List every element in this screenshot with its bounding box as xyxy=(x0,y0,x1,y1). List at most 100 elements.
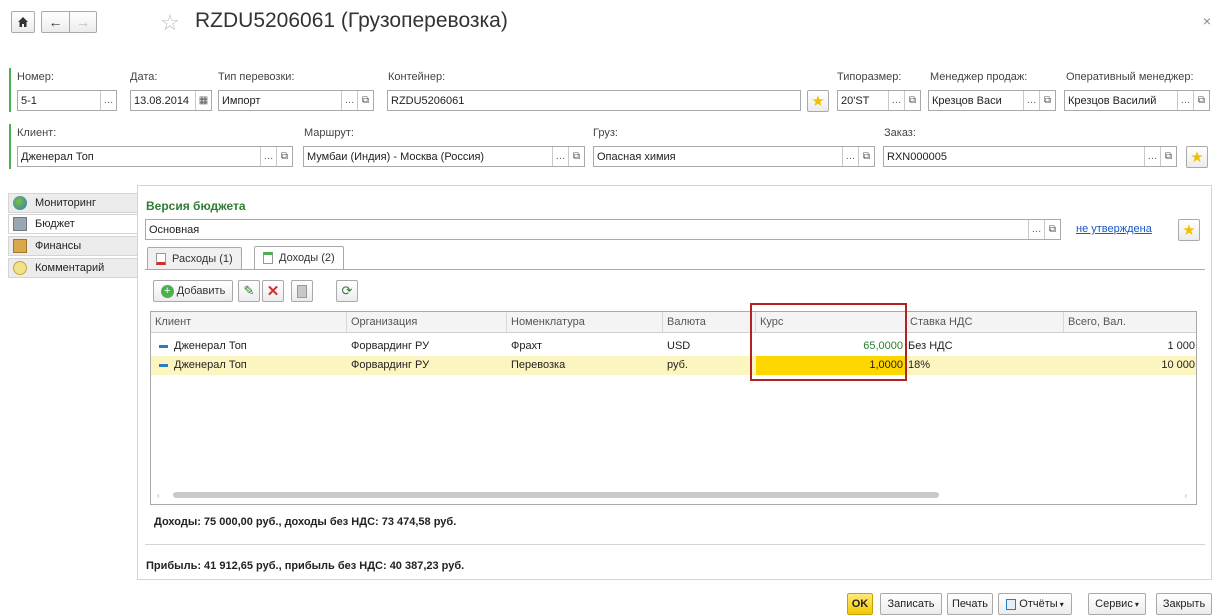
select-button[interactable]: … xyxy=(1028,220,1044,239)
tab-divider xyxy=(145,269,1205,270)
tab-expenses[interactable]: Расходы (1) xyxy=(147,247,242,269)
calendar-icon[interactable]: ▦ xyxy=(195,91,211,110)
cargo-field[interactable]: Опасная химия … ⧉ xyxy=(593,146,875,167)
open-icon[interactable]: ⧉ xyxy=(276,147,292,166)
budget-star-button[interactable]: ★ xyxy=(1178,219,1200,241)
page-title: RZDU5206061 (Грузоперевозка) xyxy=(195,9,508,32)
delete-button[interactable]: ✕ xyxy=(262,280,284,302)
route-field[interactable]: Мумбаи (Индия) - Москва (Россия) … ⧉ xyxy=(303,146,585,167)
column-header[interactable]: Валюта xyxy=(663,312,756,333)
open-icon[interactable]: ⧉ xyxy=(858,147,874,166)
plus-icon: + xyxy=(160,284,174,298)
open-icon[interactable]: ⧉ xyxy=(1193,91,1209,110)
annotation-highlight-box xyxy=(750,303,907,381)
column-header[interactable]: Ставка НДС xyxy=(906,312,1064,333)
select-button[interactable]: … xyxy=(842,147,858,166)
budget-version-heading: Версия бюджета xyxy=(146,199,246,213)
select-button[interactable]: … xyxy=(1144,147,1160,166)
transport-type-label: Тип перевозки: xyxy=(218,71,295,83)
oper-manager-label: Оперативный менеджер: xyxy=(1066,71,1194,83)
select-button[interactable]: … xyxy=(100,91,116,110)
service-button[interactable]: Сервис ▾ xyxy=(1088,593,1146,615)
order-star-button[interactable]: ★ xyxy=(1186,146,1208,168)
column-header[interactable]: Клиент xyxy=(151,312,347,333)
star-icon: ★ xyxy=(1190,149,1204,166)
reports-button[interactable]: Отчёты ▾ xyxy=(998,593,1072,615)
summary-divider xyxy=(145,544,1205,545)
forward-button[interactable]: → xyxy=(69,11,97,33)
table-row[interactable]: Дженерал Топ Форвардинг РУ Фрахт USD 65,… xyxy=(151,337,1196,356)
select-button[interactable]: … xyxy=(1023,91,1039,110)
column-header[interactable]: Номенклатура xyxy=(507,312,663,333)
oper-manager-field[interactable]: Крезцов Василий … ⧉ xyxy=(1064,90,1210,111)
finance-icon xyxy=(13,239,27,253)
client-field[interactable]: Дженерал Топ … ⧉ xyxy=(17,146,293,167)
order-field[interactable]: RXN000005 … ⧉ xyxy=(883,146,1177,167)
size-type-field[interactable]: 20'ST … ⧉ xyxy=(837,90,921,111)
edit-button[interactable]: ✎ xyxy=(238,280,260,302)
scroll-left-icon[interactable]: ‹ xyxy=(157,491,160,500)
add-button[interactable]: + Добавить xyxy=(153,280,233,302)
open-icon[interactable]: ⧉ xyxy=(904,91,920,110)
arrow-left-icon: ← xyxy=(48,14,63,30)
sales-manager-label: Менеджер продаж: xyxy=(930,71,1028,83)
nav-item-budget[interactable]: Бюджет xyxy=(8,214,138,234)
number-label: Номер: xyxy=(17,71,54,83)
horizontal-scrollbar[interactable]: ‹ › xyxy=(157,490,1191,500)
tab-income[interactable]: Доходы (2) xyxy=(254,246,344,269)
star-icon: ★ xyxy=(811,93,825,110)
sort-icon xyxy=(297,284,307,298)
favorite-star-icon[interactable]: ☆ xyxy=(160,10,180,36)
open-icon[interactable]: ⧉ xyxy=(1044,220,1060,239)
close-icon[interactable]: × xyxy=(1203,13,1211,29)
open-icon[interactable]: ⧉ xyxy=(1039,91,1055,110)
sales-manager-field[interactable]: Крезцов Васи … ⧉ xyxy=(928,90,1056,111)
ok-button[interactable]: OK xyxy=(847,593,873,615)
size-type-label: Типоразмер: xyxy=(837,71,902,83)
date-label: Дата: xyxy=(130,71,158,83)
container-star-button[interactable]: ★ xyxy=(807,90,829,112)
back-button[interactable]: ← xyxy=(41,11,69,33)
cargo-label: Груз: xyxy=(593,127,618,139)
open-icon[interactable]: ⧉ xyxy=(568,147,584,166)
row2-accent-bar xyxy=(9,124,11,169)
pencil-icon: ✎ xyxy=(243,283,255,298)
home-icon xyxy=(18,17,28,27)
nav-item-comment[interactable]: Комментарий xyxy=(8,258,138,278)
income-summary: Доходы: 75 000,00 руб., доходы без НДС: … xyxy=(154,516,457,528)
select-button[interactable]: … xyxy=(552,147,568,166)
nav-item-finance[interactable]: Финансы xyxy=(8,236,138,256)
nav-item-monitoring[interactable]: Мониторинг xyxy=(8,193,138,213)
column-header[interactable]: Всего, Вал. xyxy=(1064,312,1196,333)
row1-accent-bar xyxy=(9,68,11,112)
number-field[interactable]: 5-1 … xyxy=(17,90,117,111)
scrollbar-thumb[interactable] xyxy=(173,492,939,498)
approval-status-link[interactable]: не утверждена xyxy=(1076,223,1152,235)
arrow-right-icon: → xyxy=(76,14,90,30)
open-icon[interactable]: ⧉ xyxy=(357,91,373,110)
document-red-icon xyxy=(156,252,166,265)
close-button[interactable]: Закрыть xyxy=(1156,593,1212,615)
home-button[interactable] xyxy=(11,11,35,33)
chevron-down-icon: ▾ xyxy=(1134,599,1139,609)
column-header[interactable]: Организация xyxy=(347,312,507,333)
sort-button[interactable] xyxy=(291,280,313,302)
save-button[interactable]: Записать xyxy=(880,593,942,615)
table-header: Клиент Организация Номенклатура Валюта К… xyxy=(151,312,1196,333)
open-icon[interactable]: ⧉ xyxy=(1160,147,1176,166)
select-button[interactable]: … xyxy=(341,91,357,110)
date-field[interactable]: 13.08.2014 ▦ xyxy=(130,90,212,111)
transport-type-field[interactable]: Импорт … ⧉ xyxy=(218,90,374,111)
select-button[interactable]: … xyxy=(888,91,904,110)
container-field[interactable]: RZDU5206061 xyxy=(387,90,801,111)
delete-x-icon: ✕ xyxy=(266,283,280,300)
select-button[interactable]: … xyxy=(1177,91,1193,110)
print-button[interactable]: Печать xyxy=(947,593,993,615)
budget-version-field[interactable]: Основная … ⧉ xyxy=(145,219,1061,240)
scroll-right-icon[interactable]: › xyxy=(1184,491,1187,500)
document-green-icon xyxy=(263,252,273,264)
select-button[interactable]: … xyxy=(260,147,276,166)
refresh-button[interactable]: ⟳ xyxy=(336,280,358,302)
income-table: Клиент Организация Номенклатура Валюта К… xyxy=(150,311,1197,505)
table-row-selected[interactable]: Дженерал Топ Форвардинг РУ Перевозка руб… xyxy=(151,356,1196,375)
